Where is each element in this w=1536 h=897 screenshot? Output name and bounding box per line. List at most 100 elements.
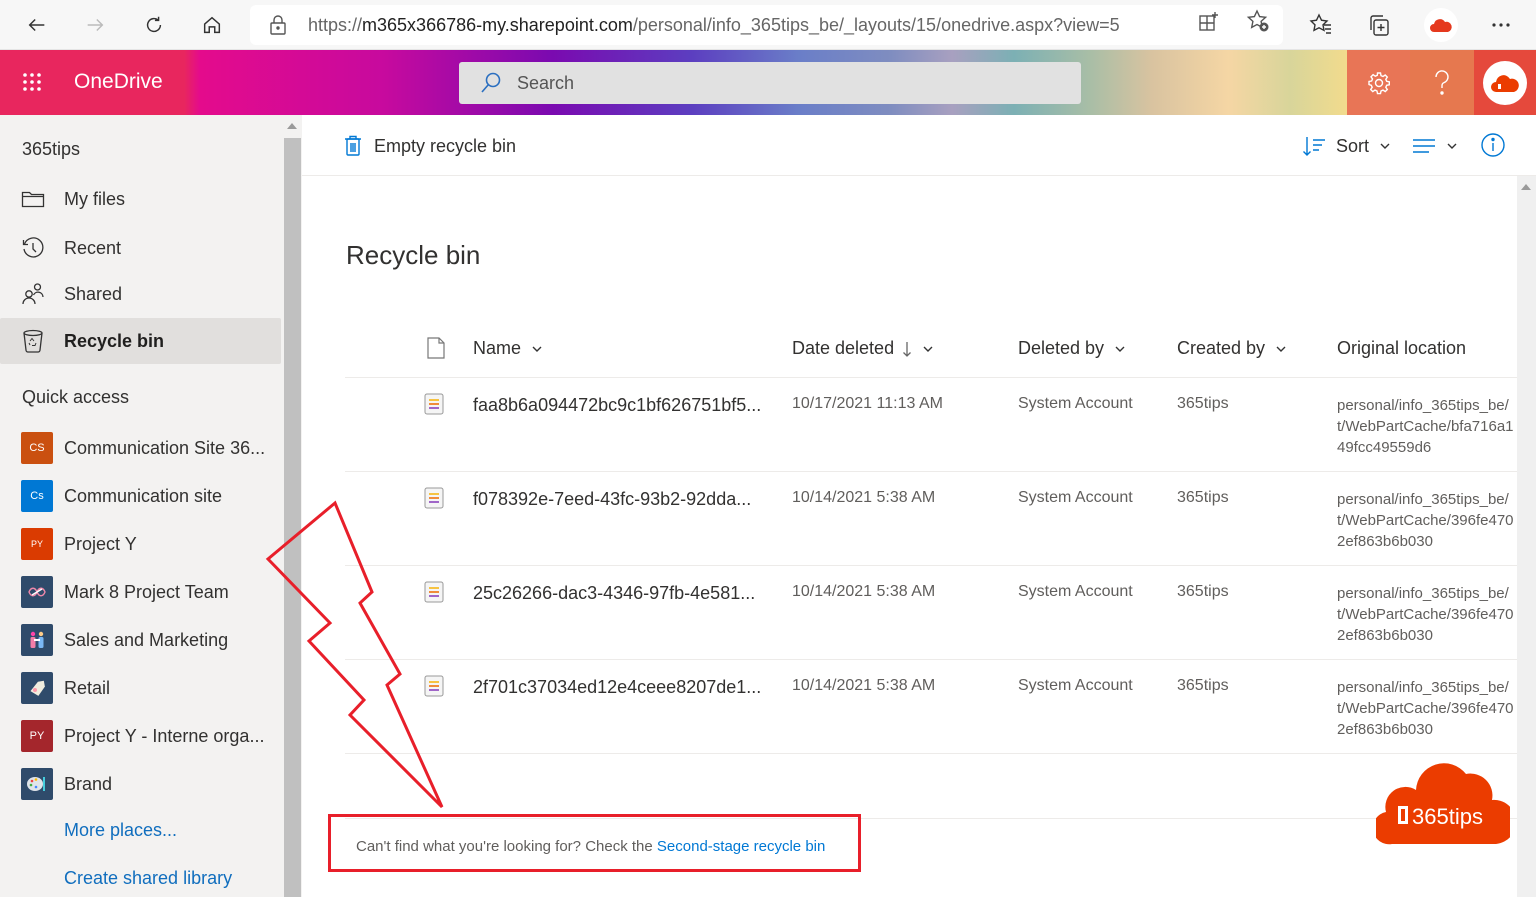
site-label: Brand — [64, 773, 113, 794]
column-header-date-deleted[interactable]: Date deleted — [792, 338, 934, 359]
nav-item-shared[interactable]: Shared — [0, 271, 281, 317]
suite-header: OneDrive Search — [0, 50, 1536, 115]
scroll-up-arrow-icon[interactable] — [1521, 184, 1531, 190]
view-options-button[interactable] — [1412, 131, 1458, 161]
url-text[interactable]: https://m365x366786-my.sharepoint.com/pe… — [308, 15, 1120, 36]
original-location: personal/info_365tips_be/ t/WebPartCache… — [1337, 395, 1517, 458]
site-item[interactable]: Sales and Marketing — [0, 617, 281, 663]
created-by: 365tips — [1177, 489, 1229, 506]
account-button[interactable] — [1474, 50, 1536, 115]
site-item[interactable]: Brand — [0, 761, 281, 807]
home-button[interactable] — [195, 8, 229, 42]
site-label: Retail — [64, 677, 111, 698]
site-tile-py: PY — [21, 720, 53, 752]
table-row[interactable]: f078392e-7eed-43fc-93b2-92dda... 10/14/2… — [345, 472, 1517, 566]
waffle-icon — [23, 73, 41, 91]
site-item[interactable]: Mark 8 Project Team — [0, 569, 281, 615]
site-item[interactable]: PY Project Y - Interne orga... — [0, 713, 281, 759]
table-row[interactable]: faa8b6a094472bc9c1bf626751bf5... 10/17/2… — [345, 378, 1517, 472]
forward-button[interactable] — [78, 8, 112, 42]
left-navigation: 365tips My files Recent Shared Recycle b… — [0, 115, 283, 897]
table-row[interactable]: 2f701c37034ed12e4ceee8207de1... 10/14/20… — [345, 660, 1517, 754]
settings-button[interactable] — [1347, 50, 1411, 115]
created-by: 365tips — [1177, 677, 1229, 694]
url-path: /personal/info_365tips_be/_layouts/15/on… — [632, 14, 1120, 35]
add-favorite-icon[interactable] — [1246, 9, 1270, 33]
location-line: t/WebPartCache/bfa716a1 — [1337, 418, 1514, 435]
back-button[interactable] — [20, 8, 54, 42]
nav-label: Recycle bin — [64, 330, 165, 351]
sort-label: Sort — [1336, 135, 1370, 156]
location-line: 2ef863b6b030 — [1337, 533, 1433, 550]
column-header-original-location[interactable]: Original location — [1337, 338, 1466, 359]
refresh-button[interactable] — [137, 8, 171, 42]
app-available-icon[interactable] — [1197, 9, 1221, 33]
history-icon — [20, 235, 46, 261]
chevron-down-icon — [1115, 346, 1125, 352]
help-button[interactable] — [1410, 50, 1474, 115]
file-name[interactable]: 2f701c37034ed12e4ceee8207de1... — [473, 677, 761, 698]
column-label: Name — [473, 338, 522, 358]
table-row[interactable]: 25c26266-dac3-4346-97fb-4e581... 10/14/2… — [345, 566, 1517, 660]
scroll-up-arrow-icon[interactable] — [287, 123, 297, 129]
shared-icon — [20, 281, 46, 307]
list-view-icon — [1413, 139, 1435, 153]
sort-icon — [1303, 137, 1325, 156]
favorites-icon[interactable] — [1307, 11, 1335, 39]
app-launcher-button[interactable] — [14, 64, 50, 100]
help-icon — [1435, 69, 1449, 95]
chevron-down-icon — [1447, 143, 1457, 149]
site-label: Project Y - Interne orga... — [64, 725, 265, 746]
file-name[interactable]: faa8b6a094472bc9c1bf626751bf5... — [473, 395, 761, 416]
mark8-logo-icon — [21, 576, 53, 608]
create-shared-library-link[interactable]: Create shared library — [64, 868, 232, 889]
column-header-name[interactable]: Name — [473, 338, 543, 359]
folder-icon — [20, 186, 46, 212]
nav-item-recent[interactable]: Recent — [0, 225, 281, 271]
site-item[interactable]: Cs Communication site — [0, 473, 281, 519]
page-title: Recycle bin — [346, 240, 481, 270]
palette-icon — [21, 768, 53, 800]
site-item[interactable]: PY Project Y — [0, 521, 281, 567]
search-box[interactable]: Search — [459, 62, 1081, 104]
site-item[interactable]: Retail — [0, 665, 281, 711]
created-by: 365tips — [1177, 583, 1229, 600]
site-label: Mark 8 Project Team — [64, 581, 229, 602]
profile-avatar[interactable] — [1424, 8, 1458, 42]
location-line: personal/info_365tips_be/ — [1337, 491, 1509, 508]
sort-button[interactable]: Sort — [1302, 131, 1391, 161]
file-name[interactable]: f078392e-7eed-43fc-93b2-92dda... — [473, 489, 751, 510]
address-bar[interactable]: https://m365x366786-my.sharepoint.com/pe… — [250, 5, 1283, 45]
app-name[interactable]: OneDrive — [74, 70, 163, 94]
collections-icon[interactable] — [1365, 11, 1393, 39]
column-header-deleted-by[interactable]: Deleted by — [1018, 338, 1126, 359]
deleted-by: System Account — [1018, 583, 1133, 600]
chevron-down-icon — [923, 346, 933, 352]
file-type-icon[interactable] — [427, 337, 445, 359]
nav-label: Recent — [64, 237, 122, 258]
more-icon[interactable] — [1487, 11, 1515, 39]
handshake-people-icon — [21, 624, 53, 656]
empty-recycle-bin-button[interactable]: Empty recycle bin — [344, 131, 516, 161]
file-name[interactable]: 25c26266-dac3-4346-97fb-4e581... — [473, 583, 755, 604]
location-line: personal/info_365tips_be/ — [1337, 397, 1509, 414]
nav-item-my-files[interactable]: My files — [0, 176, 281, 222]
created-by: 365tips — [1177, 395, 1229, 412]
more-places-link[interactable]: More places... — [64, 820, 177, 841]
site-label: Project Y — [64, 533, 137, 554]
logo-text: 365tips — [1412, 804, 1483, 829]
site-item[interactable]: CS Communication Site 36... — [0, 425, 281, 471]
site-tile-py: PY — [21, 528, 53, 560]
location-line: 2ef863b6b030 — [1337, 721, 1433, 738]
main-scrollbar[interactable] — [1517, 176, 1536, 897]
home-icon — [203, 16, 221, 34]
command-bar: Empty recycle bin Sort — [302, 115, 1536, 176]
column-label: Created by — [1177, 338, 1266, 358]
column-header-created-by[interactable]: Created by — [1177, 338, 1287, 359]
date-deleted: 10/14/2021 5:38 AM — [792, 677, 936, 694]
nav-item-recycle-bin[interactable]: Recycle bin — [0, 318, 281, 364]
nav-label: Shared — [64, 283, 123, 304]
tag-icon — [21, 672, 53, 704]
column-label: Original location — [1337, 338, 1467, 358]
info-icon[interactable] — [1480, 132, 1506, 158]
